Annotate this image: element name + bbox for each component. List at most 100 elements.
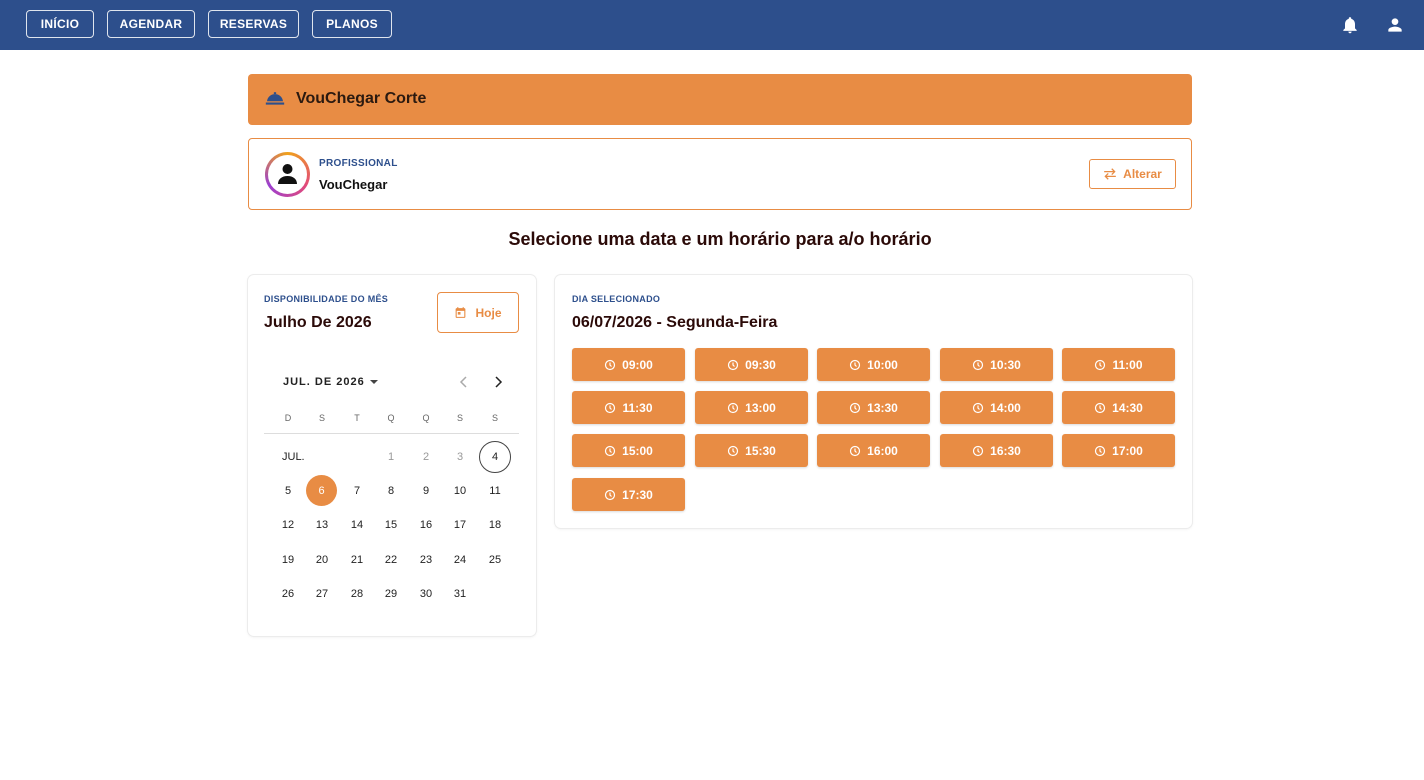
change-professional-label: Alterar — [1123, 167, 1162, 181]
month-year-label: JUL. DE 2026 — [283, 376, 365, 388]
nav-inicio-button[interactable]: INÍCIO — [26, 10, 94, 38]
time-slot-label: 09:30 — [745, 357, 776, 372]
clock-icon — [1095, 445, 1106, 456]
service-header: VouChegar Corte — [248, 74, 1192, 125]
weekday: S — [491, 413, 498, 423]
service-title: VouChegar Corte — [296, 90, 427, 107]
time-slot-button[interactable]: 10:30 — [940, 348, 1053, 381]
professional-name: VouChegar — [319, 177, 388, 192]
clock-icon — [973, 445, 984, 456]
calendar-day[interactable]: 28 — [341, 578, 373, 610]
weekday: Q — [422, 413, 430, 423]
calendar-day[interactable]: 8 — [375, 475, 407, 507]
calendar-label: DISPONIBILIDADE DO MÊS — [264, 294, 389, 304]
time-slot-button[interactable]: 10:00 — [817, 348, 930, 381]
calendar-day[interactable]: 19 — [272, 544, 304, 576]
clock-icon — [605, 445, 616, 456]
calendar-day[interactable]: 18 — [479, 509, 511, 541]
time-slot-label: 16:30 — [990, 443, 1021, 458]
weekday: S — [456, 413, 463, 423]
time-slot-button[interactable]: 13:00 — [695, 391, 808, 424]
chevron-left-icon[interactable] — [457, 375, 471, 389]
time-slot-button[interactable]: 13:30 — [817, 391, 930, 424]
clock-icon — [605, 402, 616, 413]
time-slot-label: 09:00 — [622, 357, 653, 372]
time-slot-button[interactable]: 16:00 — [817, 434, 930, 467]
time-slot-label: 11:30 — [622, 400, 653, 415]
calendar-day[interactable]: 26 — [272, 578, 304, 610]
time-slot-button[interactable]: 15:30 — [695, 434, 808, 467]
calendar-day[interactable]: 23 — [410, 544, 442, 576]
time-slot-label: 15:00 — [622, 443, 653, 458]
calendar-day[interactable]: 21 — [341, 544, 373, 576]
calendar-divider — [264, 433, 519, 434]
time-slot-button[interactable]: 14:30 — [1062, 391, 1175, 424]
calendar-day[interactable]: 16 — [410, 509, 442, 541]
calendar-day: 2 — [422, 451, 430, 463]
time-slot-button[interactable]: 14:00 — [940, 391, 1053, 424]
calendar-day[interactable]: 13 — [306, 509, 338, 541]
clock-icon — [728, 445, 739, 456]
calendar-day[interactable]: 17 — [444, 509, 476, 541]
nav-agendar-button[interactable]: AGENDAR — [107, 10, 195, 38]
calendar-day[interactable]: 11 — [479, 475, 511, 507]
calendar-day[interactable]: 29 — [375, 578, 407, 610]
nav-planos-button[interactable]: PLANOS — [312, 10, 392, 38]
time-slot-button[interactable]: 17:00 — [1062, 434, 1175, 467]
calendar-day-selected[interactable]: 6 — [306, 475, 337, 506]
time-slot-button[interactable]: 17:30 — [572, 478, 685, 511]
account-icon[interactable] — [1385, 15, 1405, 35]
time-slot-label: 13:30 — [867, 400, 898, 415]
time-slot-label: 17:30 — [622, 487, 653, 502]
today-label: Hoje — [475, 305, 502, 320]
time-slot-button[interactable]: 15:00 — [572, 434, 685, 467]
bell-icon[interactable] — [1340, 15, 1360, 35]
clock-icon — [850, 445, 861, 456]
time-slot-label: 16:00 — [867, 443, 898, 458]
time-slot-button[interactable]: 11:30 — [572, 391, 685, 424]
clock-icon — [605, 359, 616, 370]
time-slot-label: 10:00 — [867, 357, 898, 372]
calendar-day[interactable]: 27 — [306, 578, 338, 610]
calendar-day[interactable]: 14 — [341, 509, 373, 541]
clock-icon — [728, 402, 739, 413]
selected-day-label: DIA SELECIONADO — [572, 294, 661, 304]
time-slot-button[interactable]: 09:00 — [572, 348, 685, 381]
calendar-day[interactable]: 24 — [444, 544, 476, 576]
weekday: S — [318, 413, 325, 423]
calendar-day[interactable]: 15 — [375, 509, 407, 541]
calendar-day[interactable]: 9 — [410, 475, 442, 507]
time-slot-button[interactable]: 16:30 — [940, 434, 1053, 467]
time-slot-label: 17:00 — [1112, 443, 1143, 458]
month-year-select[interactable]: JUL. DE 2026 — [283, 376, 379, 388]
calendar-day[interactable]: 31 — [444, 578, 476, 610]
calendar-day[interactable]: 7 — [341, 475, 373, 507]
clock-icon — [728, 359, 739, 370]
clock-icon — [850, 359, 861, 370]
professional-label: PROFISSIONAL — [319, 158, 398, 169]
change-professional-button[interactable]: Alterar — [1089, 159, 1176, 189]
clock-icon — [973, 402, 984, 413]
calendar-day: 1 — [387, 451, 395, 463]
calendar-day-today[interactable]: 4 — [479, 441, 511, 473]
time-slot-button[interactable]: 09:30 — [695, 348, 808, 381]
chevron-right-icon[interactable] — [491, 375, 505, 389]
top-navbar: INÍCIO AGENDAR RESERVAS PLANOS — [0, 0, 1424, 50]
calendar-day[interactable]: 20 — [306, 544, 338, 576]
nav-reservas-button[interactable]: RESERVAS — [208, 10, 299, 38]
weekday: T — [354, 413, 360, 423]
time-slots-card: DIA SELECIONADO 06/07/2026 - Segunda-Fei… — [555, 275, 1192, 528]
time-slot-button[interactable]: 11:00 — [1062, 348, 1175, 381]
time-slot-label: 14:00 — [990, 400, 1021, 415]
calendar-day[interactable]: 30 — [410, 578, 442, 610]
calendar-card: DISPONIBILIDADE DO MÊS Julho De 2026 Hoj… — [248, 275, 536, 636]
time-slot-label: 11:00 — [1112, 357, 1143, 372]
weekday: Q — [387, 413, 395, 423]
calendar-day[interactable]: 5 — [272, 475, 304, 507]
calendar-day[interactable]: 12 — [272, 509, 304, 541]
today-button[interactable]: Hoje — [437, 292, 519, 333]
time-slot-label: 13:00 — [745, 400, 776, 415]
calendar-day[interactable]: 10 — [444, 475, 476, 507]
calendar-day[interactable]: 25 — [479, 544, 511, 576]
calendar-day[interactable]: 22 — [375, 544, 407, 576]
